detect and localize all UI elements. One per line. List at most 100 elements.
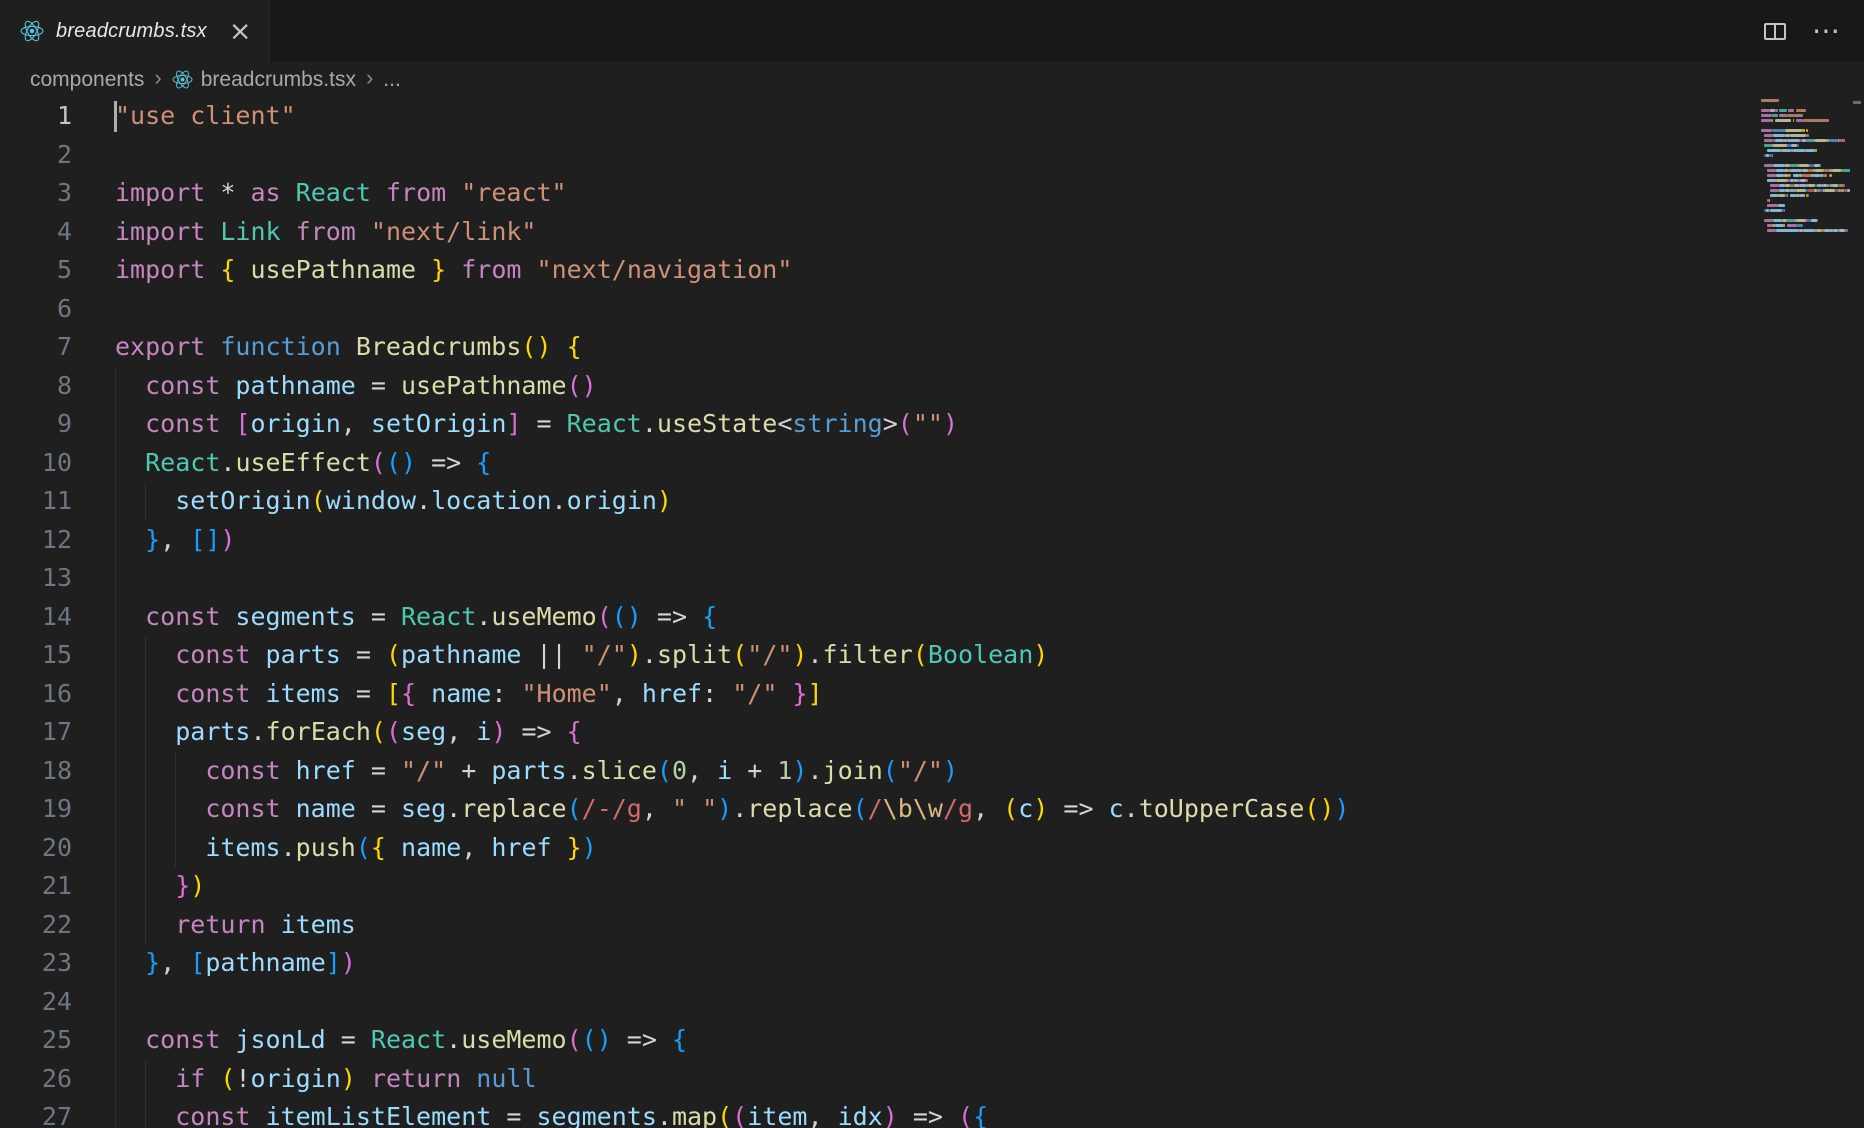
code-line[interactable]: 3import * as React from "react": [0, 174, 1757, 213]
minimap-line: [1757, 124, 1850, 127]
indent-guide: [145, 482, 146, 521]
indent-guide: [175, 790, 176, 829]
minimap-line: [1757, 139, 1850, 142]
indent-guide: [115, 521, 116, 560]
code-line[interactable]: 9 const [origin, setOrigin] = React.useS…: [0, 405, 1757, 444]
code-line[interactable]: 17 parts.forEach((seg, i) => {: [0, 713, 1757, 752]
indent-guide: [145, 1060, 146, 1099]
minimap-line: [1757, 199, 1850, 202]
code-line[interactable]: 7export function Breadcrumbs() {: [0, 328, 1757, 367]
indent-guide: [115, 367, 116, 406]
code-line[interactable]: 26 if (!origin) return null: [0, 1060, 1757, 1099]
minimap-line: [1757, 119, 1850, 122]
indent-guide: [175, 829, 176, 868]
code-line[interactable]: 14 const segments = React.useMemo(() => …: [0, 598, 1757, 637]
indent-guide: [145, 752, 146, 791]
code-line[interactable]: 19 const name = seg.replace(/-/g, " ").r…: [0, 790, 1757, 829]
split-editor-icon[interactable]: [1764, 23, 1786, 40]
minimap-line: [1757, 179, 1850, 182]
line-number: 20: [0, 829, 72, 868]
line-number: 19: [0, 790, 72, 829]
code-line[interactable]: 16 const items = [{ name: "Home", href: …: [0, 675, 1757, 714]
minimap-line: [1757, 164, 1850, 167]
text-cursor: [114, 101, 117, 132]
indent-guide: [115, 636, 116, 675]
indent-guide: [145, 867, 146, 906]
code-editor[interactable]: 1"use client"23import * as React from "r…: [0, 97, 1864, 1128]
chevron-right-icon: ›: [365, 65, 374, 94]
breadcrumb-item-components[interactable]: components: [30, 68, 144, 92]
code-line[interactable]: 22 return items: [0, 906, 1757, 945]
code-line[interactable]: 27 const itemListElement = segments.map(…: [0, 1098, 1757, 1128]
line-number: 24: [0, 983, 72, 1022]
code-line[interactable]: 12 }, []): [0, 521, 1757, 560]
more-actions-icon[interactable]: ⋯: [1812, 21, 1840, 41]
indent-guide: [115, 752, 116, 791]
react-icon: [172, 69, 193, 90]
minimap-line: [1757, 134, 1850, 137]
indent-guide: [145, 829, 146, 868]
minimap-line: [1757, 209, 1850, 212]
minimap-line: [1757, 109, 1850, 112]
code-line[interactable]: 20 items.push({ name, href }): [0, 829, 1757, 868]
tab-bar-actions: ⋯: [1764, 0, 1864, 62]
overview-ruler-cursor-mark: [1853, 101, 1861, 104]
indent-guide: [115, 713, 116, 752]
line-number: 7: [0, 328, 72, 367]
indent-guide: [115, 983, 116, 1022]
line-number: 1: [0, 97, 72, 136]
minimap-line: [1757, 224, 1850, 227]
indent-guide: [175, 752, 176, 791]
line-number: 5: [0, 251, 72, 290]
code-line[interactable]: 13: [0, 559, 1757, 598]
line-number: 6: [0, 290, 72, 329]
minimap-line: [1757, 219, 1850, 222]
breadcrumb-item-file[interactable]: breadcrumbs.tsx: [172, 68, 356, 92]
minimap[interactable]: [1757, 99, 1850, 1128]
indent-guide: [115, 1021, 116, 1060]
indent-guide: [115, 559, 116, 598]
tab-breadcrumbs-tsx[interactable]: breadcrumbs.tsx ×: [0, 0, 270, 62]
code-line[interactable]: 5import { usePathname } from "next/navig…: [0, 251, 1757, 290]
code-line[interactable]: 15 const parts = (pathname || "/").split…: [0, 636, 1757, 675]
indent-guide: [145, 636, 146, 675]
code-line[interactable]: 1"use client": [0, 97, 1757, 136]
code-line[interactable]: 4import Link from "next/link": [0, 213, 1757, 252]
minimap-line: [1757, 99, 1850, 102]
minimap-line: [1757, 214, 1850, 217]
indent-guide: [115, 829, 116, 868]
indent-guide: [115, 867, 116, 906]
overview-ruler[interactable]: [1850, 97, 1864, 1128]
line-number: 11: [0, 482, 72, 521]
code-line[interactable]: 8 const pathname = usePathname(): [0, 367, 1757, 406]
code-line[interactable]: 24: [0, 983, 1757, 1022]
code-line[interactable]: 18 const href = "/" + parts.slice(0, i +…: [0, 752, 1757, 791]
breadcrumb-item-symbol[interactable]: ...: [383, 68, 401, 92]
minimap-line: [1757, 229, 1850, 232]
indent-guide: [115, 598, 116, 637]
indent-guide: [115, 1098, 116, 1128]
line-number: 26: [0, 1060, 72, 1099]
minimap-line: [1757, 204, 1850, 207]
line-number: 10: [0, 444, 72, 483]
code-line[interactable]: 23 }, [pathname]): [0, 944, 1757, 983]
code-line[interactable]: 25 const jsonLd = React.useMemo(() => {: [0, 1021, 1757, 1060]
minimap-line: [1757, 129, 1850, 132]
minimap-line: [1757, 159, 1850, 162]
line-number: 8: [0, 367, 72, 406]
chevron-right-icon: ›: [153, 65, 162, 94]
indent-guide: [115, 482, 116, 521]
minimap-line: [1757, 144, 1850, 147]
code-line[interactable]: 11 setOrigin(window.location.origin): [0, 482, 1757, 521]
code-line[interactable]: 2: [0, 136, 1757, 175]
minimap-line: [1757, 154, 1850, 157]
line-number: 9: [0, 405, 72, 444]
code-line[interactable]: 21 }): [0, 867, 1757, 906]
indent-guide: [115, 675, 116, 714]
close-icon[interactable]: ×: [229, 18, 252, 45]
minimap-line: [1757, 149, 1850, 152]
code-line[interactable]: 6: [0, 290, 1757, 329]
line-number: 4: [0, 213, 72, 252]
code-line[interactable]: 10 React.useEffect(() => {: [0, 444, 1757, 483]
indent-guide: [115, 1060, 116, 1099]
